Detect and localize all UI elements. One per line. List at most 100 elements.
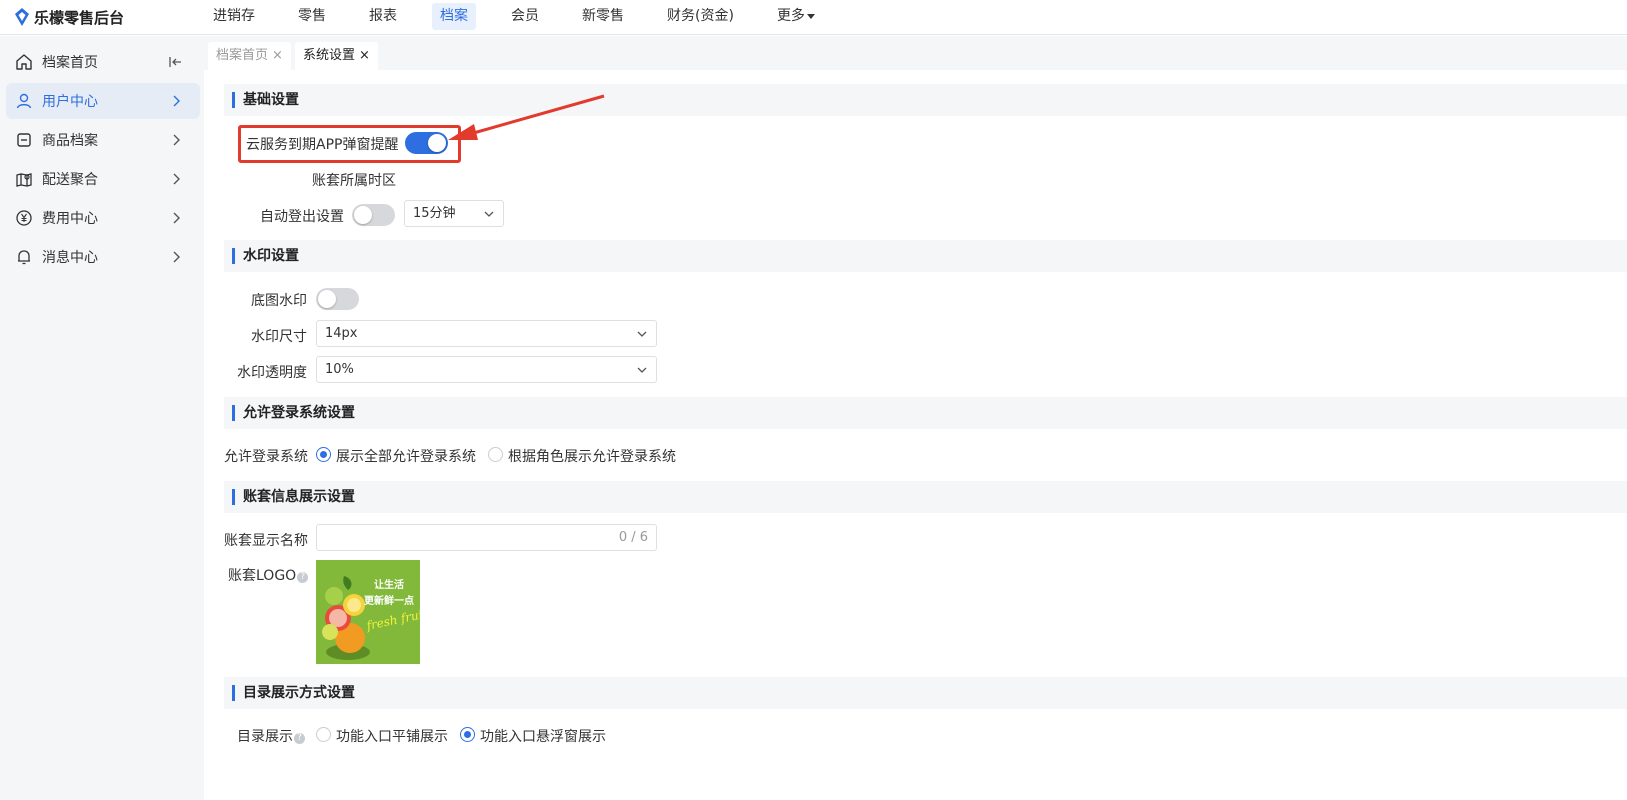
sidebar-item-fee-center[interactable]: 费用中心 xyxy=(6,200,200,236)
section-account-display: 账套信息展示设置 xyxy=(224,481,1627,513)
account-logo-label: 账套LOGO? xyxy=(228,565,309,585)
section-marker xyxy=(232,489,235,505)
chevron-right-icon xyxy=(166,130,186,150)
section-marker xyxy=(232,685,235,701)
topnav-item-more[interactable]: 更多 xyxy=(769,3,823,30)
sidebar-item-label: 用户中心 xyxy=(42,94,98,110)
auto-logout-label: 自动登出设置 xyxy=(260,209,344,225)
user-icon xyxy=(14,91,34,111)
section-login-settings: 允许登录系统设置 xyxy=(224,397,1627,429)
sidebar-item-delivery[interactable]: 配送聚合 xyxy=(6,161,200,197)
caret-down-icon xyxy=(806,13,815,19)
timezone-label: 账套所属时区 xyxy=(312,173,396,189)
topnav-item-new-retail[interactable]: 新零售 xyxy=(574,3,632,30)
char-count: 0 / 6 xyxy=(618,530,648,545)
chevron-right-icon xyxy=(166,169,186,189)
box-icon xyxy=(14,130,34,150)
close-icon[interactable]: × xyxy=(359,48,370,63)
home-icon xyxy=(14,52,34,72)
sidebar-item-user-center[interactable]: 用户中心 xyxy=(6,83,200,119)
yen-icon xyxy=(14,208,34,228)
chevron-down-icon xyxy=(637,331,647,337)
sidebar-item-label: 消息中心 xyxy=(42,250,98,266)
section-marker xyxy=(232,92,235,108)
tab-archive-home[interactable]: 档案首页 × xyxy=(208,42,291,70)
topnav-item-inventory[interactable]: 进销存 xyxy=(205,3,263,30)
account-logo-label-text: 账套LOGO xyxy=(228,568,297,584)
annotation-highlight-box xyxy=(238,125,461,163)
watermark-opacity-select[interactable]: 10% xyxy=(316,356,657,383)
radio-option-label[interactable]: 展示全部允许登录系统 xyxy=(336,446,476,466)
account-logo-image[interactable]: 让生活 更新鲜一点 fresh fruits xyxy=(316,560,420,664)
topnav-item-archives[interactable]: 档案 xyxy=(432,3,476,30)
sidebar-item-label: 档案首页 xyxy=(42,55,98,71)
sidebar-item-label: 商品档案 xyxy=(42,133,98,149)
app-title: 乐檬零售后台 xyxy=(34,8,125,27)
sidebar-item-archive-home[interactable]: 档案首页 xyxy=(6,44,200,80)
catalog-display-label-text: 目录展示 xyxy=(237,729,293,745)
topnav-item-members[interactable]: 会员 xyxy=(503,3,547,30)
topnav-more-label: 更多 xyxy=(776,8,805,24)
sidebar-item-message-center[interactable]: 消息中心 xyxy=(6,239,200,275)
select-value: 15分钟 xyxy=(413,206,456,221)
topnav-item-reports[interactable]: 报表 xyxy=(361,3,405,30)
auto-logout-select[interactable]: 15分钟 xyxy=(404,200,504,227)
collapse-sidebar-icon[interactable] xyxy=(166,52,186,72)
chevron-right-icon xyxy=(166,208,186,228)
radio-show-all-systems[interactable] xyxy=(316,447,331,462)
radio-show-by-role[interactable] xyxy=(488,447,503,462)
tab-label: 系统设置 xyxy=(303,48,356,63)
allowed-login-label: 允许登录系统 xyxy=(224,449,308,465)
sidebar-item-product-archive[interactable]: 商品档案 xyxy=(6,122,200,158)
section-title: 目录展示方式设置 xyxy=(243,685,355,701)
radio-option-label[interactable]: 功能入口悬浮窗展示 xyxy=(480,726,606,746)
watermark-opacity-label: 水印透明度 xyxy=(237,365,307,381)
auto-logout-toggle[interactable] xyxy=(352,204,395,226)
help-icon[interactable]: ? xyxy=(297,572,309,583)
chevron-down-icon xyxy=(637,367,647,373)
section-marker xyxy=(232,248,235,264)
radio-option-label[interactable]: 功能入口平铺展示 xyxy=(336,726,448,746)
chevron-down-icon xyxy=(484,211,494,217)
logo-icon xyxy=(14,8,30,26)
radio-catalog-floating[interactable] xyxy=(460,727,475,742)
bg-watermark-toggle[interactable] xyxy=(316,288,359,310)
section-watermark-settings: 水印设置 xyxy=(224,240,1627,272)
logo-slogan-line2: 更新鲜一点 xyxy=(364,596,414,607)
section-marker xyxy=(232,405,235,421)
tab-bar: 档案首页 × 系统设置 × xyxy=(204,36,1627,70)
radio-catalog-tiled[interactable] xyxy=(316,727,331,742)
top-nav: 进销存 零售 报表 档案 会员 新零售 财务(资金) 更多 xyxy=(205,3,850,30)
watermark-size-label: 水印尺寸 xyxy=(251,329,307,345)
toggle-knob xyxy=(354,206,372,224)
tab-system-settings[interactable]: 系统设置 × xyxy=(295,42,378,70)
chevron-right-icon xyxy=(166,247,186,267)
section-title: 基础设置 xyxy=(243,92,299,108)
select-value: 14px xyxy=(325,326,358,341)
watermark-size-select[interactable]: 14px xyxy=(316,320,657,347)
radio-option-label[interactable]: 根据角色展示允许登录系统 xyxy=(508,446,676,466)
app-logo[interactable]: 乐檬零售后台 xyxy=(14,6,124,28)
sidebar-item-label: 费用中心 xyxy=(42,211,98,227)
help-icon[interactable]: ? xyxy=(294,733,305,744)
topnav-item-finance[interactable]: 财务(资金) xyxy=(659,3,742,30)
close-icon[interactable]: × xyxy=(272,48,283,63)
section-title: 允许登录系统设置 xyxy=(243,405,355,421)
annotation-arrow-icon xyxy=(448,94,605,140)
account-name-label: 账套显示名称 xyxy=(224,533,308,549)
toggle-knob xyxy=(318,290,336,308)
section-title: 水印设置 xyxy=(243,248,299,264)
section-catalog-display: 目录展示方式设置 xyxy=(224,677,1627,709)
select-value: 10% xyxy=(325,362,354,377)
chevron-right-icon xyxy=(166,91,186,111)
bell-icon xyxy=(14,247,34,267)
topnav-item-retail[interactable]: 零售 xyxy=(290,3,334,30)
section-basic-settings: 基础设置 xyxy=(224,84,1627,116)
map-pin-icon xyxy=(14,169,34,189)
sidebar: 档案首页 用户中心 商品档案 配送聚合 费用中心 消息中心 xyxy=(0,36,204,800)
tab-label: 档案首页 xyxy=(216,48,269,63)
account-name-input[interactable]: 0 / 6 xyxy=(316,524,657,551)
top-bar: 乐檬零售后台 进销存 零售 报表 档案 会员 新零售 财务(资金) 更多 xyxy=(0,0,1627,35)
section-title: 账套信息展示设置 xyxy=(243,489,355,505)
sidebar-item-label: 配送聚合 xyxy=(42,172,98,188)
